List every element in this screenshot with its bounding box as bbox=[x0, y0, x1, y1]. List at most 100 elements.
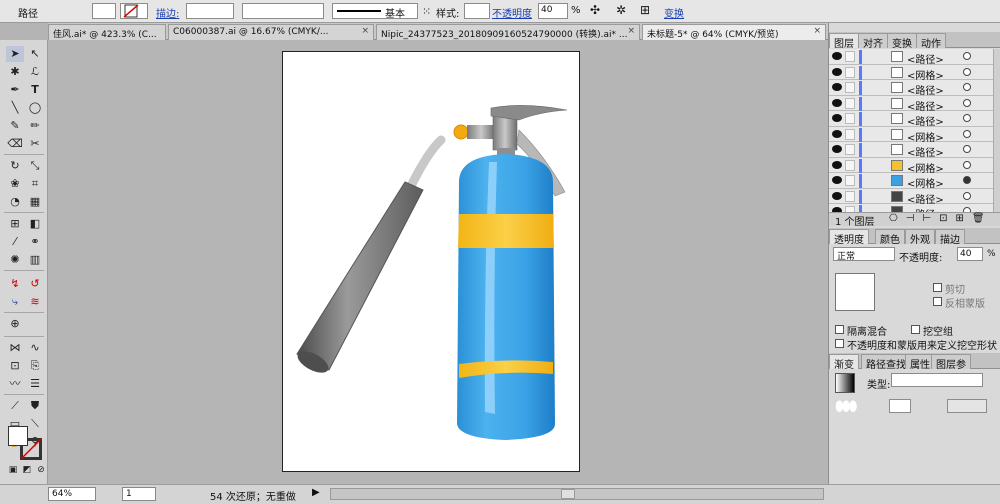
tab-transform[interactable]: 变换 bbox=[887, 33, 917, 50]
live-paint-icon[interactable]: ▦ bbox=[26, 194, 44, 210]
target-circle-icon[interactable] bbox=[963, 176, 971, 184]
target-circle-icon[interactable] bbox=[963, 52, 971, 60]
gradient-type-select[interactable] bbox=[891, 373, 983, 387]
layer-row[interactable]: <网格> bbox=[829, 157, 993, 175]
symbol-sprayer-icon[interactable]: ✺ bbox=[6, 252, 24, 268]
transform-link[interactable]: 变换 bbox=[664, 5, 684, 20]
doc-tab-2[interactable]: C06000387.ai @ 16.67% (CMYK/... × bbox=[168, 24, 374, 40]
tab-stroke[interactable]: 描边 bbox=[935, 229, 965, 246]
layer-row[interactable]: <网格> bbox=[829, 173, 993, 190]
eye-icon[interactable] bbox=[832, 160, 842, 169]
layer-action-icons[interactable]: ⎔⊣⊢⊡⊞🗑 bbox=[889, 213, 993, 224]
knockout-checkbox[interactable] bbox=[911, 325, 920, 334]
slice-tool-icon[interactable]: ⎘ bbox=[26, 358, 44, 374]
gradient-aspect-field[interactable] bbox=[947, 399, 987, 413]
tab-align[interactable]: 对齐 bbox=[858, 33, 888, 50]
brush-style-dropdown[interactable]: 基本 bbox=[332, 3, 418, 20]
gear-icon[interactable]: ✲ bbox=[616, 3, 626, 17]
eye-icon[interactable] bbox=[832, 114, 842, 122]
tab-gradient[interactable]: 渐变 bbox=[829, 354, 859, 371]
layer-row[interactable]: <路径> bbox=[829, 49, 993, 66]
stroke-weight-field[interactable] bbox=[186, 3, 234, 19]
target-circle-icon[interactable] bbox=[963, 114, 971, 122]
lasso-icon[interactable]: ℒ bbox=[26, 64, 44, 80]
lock-toggle[interactable] bbox=[845, 82, 855, 93]
eyedropper-icon[interactable]: ⁄ bbox=[6, 234, 24, 250]
rotate-tool-icon[interactable]: ↻ bbox=[6, 158, 24, 174]
layer-row[interactable]: <路径> bbox=[829, 142, 993, 159]
eye-icon[interactable] bbox=[832, 83, 842, 91]
direct-selection-tool-icon[interactable]: ↖ bbox=[26, 46, 44, 62]
mask-thumbnail[interactable] bbox=[835, 273, 875, 311]
paintbrush-icon[interactable]: ✎ bbox=[6, 118, 24, 134]
eye-icon[interactable] bbox=[832, 145, 842, 153]
shape-builder-icon[interactable]: ◔ bbox=[6, 194, 24, 210]
tab-appearance[interactable]: 外观 bbox=[905, 229, 935, 246]
layer-row[interactable]: <路径> bbox=[829, 80, 993, 97]
lock-toggle[interactable] bbox=[845, 97, 855, 109]
target-circle-icon[interactable] bbox=[963, 191, 971, 200]
warp-tool-icon[interactable]: ❀ bbox=[6, 176, 24, 192]
scroll-thumb[interactable] bbox=[561, 489, 575, 499]
scissors-icon[interactable]: ✂ bbox=[26, 136, 44, 152]
target-circle-icon[interactable] bbox=[963, 145, 971, 153]
invert-mask-checkbox[interactable] bbox=[933, 297, 942, 306]
column-graph-icon[interactable]: ▥ bbox=[26, 252, 44, 268]
lock-toggle[interactable] bbox=[845, 66, 855, 78]
style-options-icon[interactable]: ⁙ bbox=[422, 5, 431, 18]
lock-toggle[interactable] bbox=[845, 144, 855, 155]
type-tool-icon[interactable]: T bbox=[26, 82, 44, 98]
smooth-path-icon[interactable]: ≋ bbox=[26, 294, 44, 310]
connect-path-icon[interactable]: ⤷ bbox=[6, 294, 24, 310]
status-menu-arrow-icon[interactable]: ▶ bbox=[312, 487, 320, 498]
target-circle-icon[interactable] bbox=[963, 67, 971, 76]
anchor-point-icon[interactable]: ↯ bbox=[6, 276, 24, 292]
curvature-icon[interactable]: ↺ bbox=[26, 276, 44, 292]
selection-tool-icon[interactable]: ➤ bbox=[6, 46, 24, 62]
tab-transparency[interactable]: 透明度 bbox=[829, 229, 869, 246]
width-tool-icon[interactable]: ⋈ bbox=[6, 340, 24, 356]
recolor-icon[interactable]: ✣ bbox=[590, 3, 600, 17]
zoom-field[interactable]: 64% bbox=[48, 487, 96, 501]
doc-tab-4[interactable]: 未标题-5* @ 64% (CMYK/预览) × bbox=[642, 24, 826, 40]
target-circle-icon[interactable] bbox=[963, 160, 971, 169]
layer-row[interactable]: <路径> bbox=[829, 95, 993, 113]
close-icon[interactable]: × bbox=[813, 26, 821, 36]
gradient-swatch[interactable] bbox=[835, 373, 855, 393]
opacity-link[interactable]: 不透明度 bbox=[492, 5, 532, 20]
tab-layer-settings[interactable]: 图层参 bbox=[931, 354, 971, 371]
doc-tab-1[interactable]: 佳风.ai* @ 423.3% (C... bbox=[48, 24, 166, 40]
lock-toggle[interactable] bbox=[845, 175, 855, 186]
close-icon[interactable]: × bbox=[627, 26, 635, 36]
knife-icon[interactable]: ⟍ bbox=[26, 416, 44, 432]
paint-bucket-icon[interactable]: ⛊ bbox=[26, 398, 44, 414]
eye-icon[interactable] bbox=[832, 176, 842, 184]
fill-color-box[interactable] bbox=[8, 426, 28, 446]
lock-toggle[interactable] bbox=[845, 190, 855, 202]
tab-actions[interactable]: 动作 bbox=[916, 33, 946, 50]
artboard-tool-icon[interactable]: ⊡ bbox=[6, 358, 24, 374]
eye-icon[interactable] bbox=[832, 129, 842, 138]
gradient-angle-icon[interactable]: ⬮⬮⬮ bbox=[835, 399, 871, 417]
blob-brush-icon[interactable]: ⌫ bbox=[6, 136, 24, 152]
graphic-style-dropdown[interactable] bbox=[464, 3, 490, 19]
target-circle-icon[interactable] bbox=[963, 83, 971, 91]
scale-tool-icon[interactable]: ⤡ bbox=[26, 158, 44, 174]
gradient-tool-icon[interactable]: ◧ bbox=[26, 216, 44, 232]
eye-icon[interactable] bbox=[832, 52, 842, 60]
isolate-checkbox[interactable] bbox=[835, 325, 844, 334]
target-icon[interactable]: ⊕ bbox=[6, 316, 24, 332]
tab-color[interactable]: 颜色 bbox=[875, 229, 905, 246]
blend-tool-icon[interactable]: ⚭ bbox=[26, 234, 44, 250]
doc-tab-3[interactable]: Nipic_24377523_20180909160524790000 (转换)… bbox=[376, 24, 640, 40]
eye-icon[interactable] bbox=[832, 67, 842, 76]
line-tool-icon[interactable]: ╲ bbox=[6, 100, 24, 116]
measure-icon[interactable]: ⟋ bbox=[6, 398, 24, 414]
blend-mode-select[interactable]: 正常 bbox=[833, 247, 895, 262]
close-icon[interactable]: × bbox=[361, 26, 369, 36]
envelope-icon[interactable]: ∿ bbox=[26, 340, 44, 356]
target-circle-icon[interactable] bbox=[963, 98, 971, 107]
clip-checkbox[interactable] bbox=[933, 283, 942, 292]
layer-row[interactable]: <网格> bbox=[829, 64, 993, 82]
eye-icon[interactable] bbox=[832, 98, 842, 107]
